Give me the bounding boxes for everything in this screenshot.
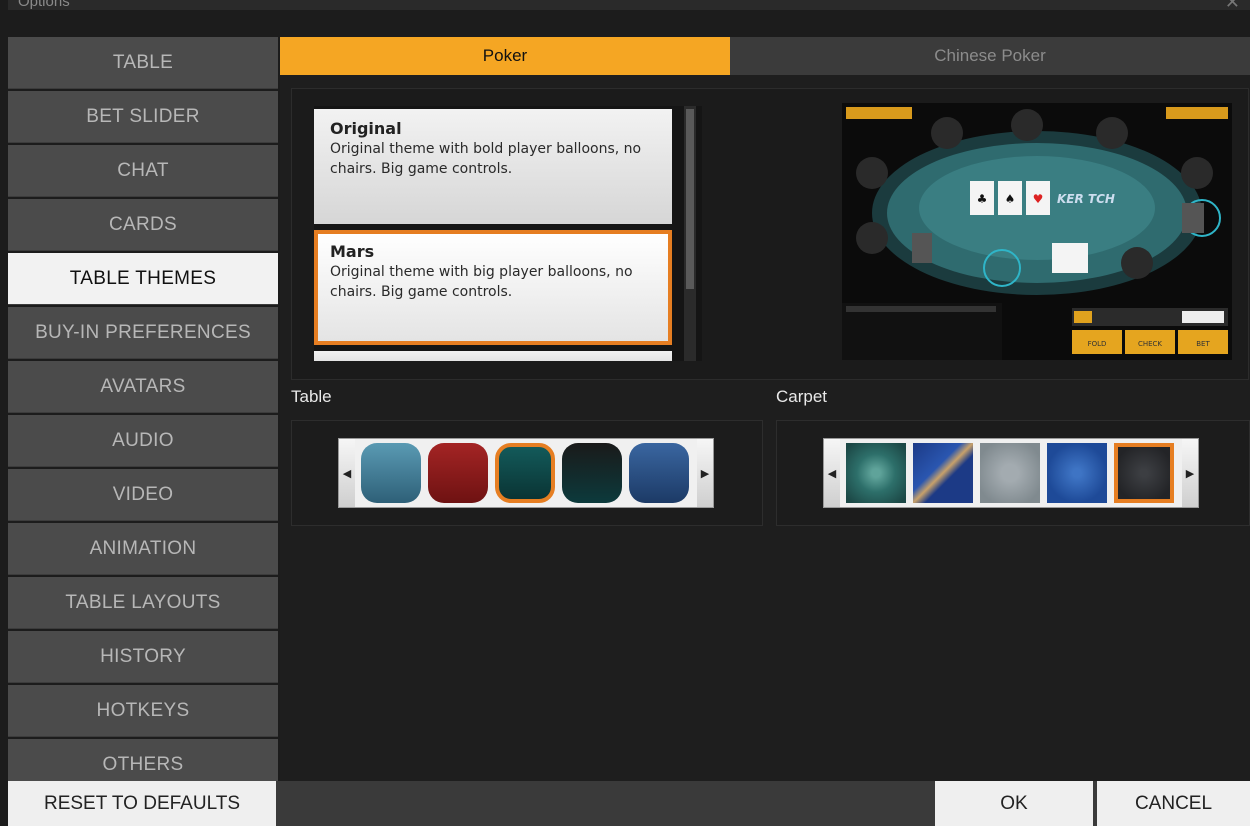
sidebar-item-audio[interactable]: AUDIO <box>8 415 278 467</box>
sidebar-item-table[interactable]: TABLE <box>8 37 278 89</box>
carpet-scroll-left-button[interactable]: ◀ <box>824 439 840 507</box>
preview-check-label: CHECK <box>1138 340 1162 348</box>
scrollbar-thumb[interactable] <box>686 109 694 289</box>
table-swatch-red[interactable] <box>428 443 488 503</box>
sidebar-item-buy-in-preferences[interactable]: BUY-IN PREFERENCES <box>8 307 278 359</box>
options-window: Options ✕ TABLE BET SLIDER CHAT CARDS TA… <box>0 0 1250 826</box>
sidebar-item-chat[interactable]: CHAT <box>8 145 278 197</box>
table-swatch-black[interactable] <box>562 443 622 503</box>
table-scroll-right-button[interactable]: ▶ <box>697 439 713 507</box>
carpet-scroll-right-button[interactable]: ▶ <box>1182 439 1198 507</box>
preview-bet-label: BET <box>1196 340 1210 348</box>
tab-chinese-poker[interactable]: Chinese Poker <box>730 37 1250 75</box>
table-swatch-blue[interactable] <box>361 443 421 503</box>
sidebar-item-avatars[interactable]: AVATARS <box>8 361 278 413</box>
window-title: Options <box>18 0 70 10</box>
main-content: Poker Chinese Poker Original Original th… <box>280 37 1250 781</box>
carpet-swatch-panel: ◀ ▶ <box>776 420 1250 526</box>
svg-text:♣: ♣ <box>977 192 988 206</box>
theme-list-scrollbar[interactable] <box>684 106 696 361</box>
sidebar-item-cards[interactable]: CARDS <box>8 199 278 251</box>
close-icon[interactable]: ✕ <box>1225 0 1240 10</box>
carpet-swatch-strip: ◀ ▶ <box>823 438 1199 508</box>
themes-panel: Original Original theme with bold player… <box>291 88 1249 380</box>
carpet-swatch-green-pattern[interactable] <box>846 443 906 503</box>
theme-description: Original theme with bold player balloons… <box>330 141 642 177</box>
reset-to-defaults-button[interactable]: RESET TO DEFAULTS <box>8 781 276 826</box>
theme-preview-image: ♣ ♠ ♥ KER TCH FOLD CHECK BET <box>842 103 1232 360</box>
theme-description: Original theme with big player balloons,… <box>330 264 633 300</box>
chevron-left-icon: ◀ <box>827 466 837 480</box>
sidebar-item-hotkeys[interactable]: HOTKEYS <box>8 685 278 737</box>
theme-name: Mars <box>330 242 375 261</box>
tab-poker[interactable]: Poker <box>280 37 730 75</box>
theme-card-mars[interactable]: Mars Original theme with big player ball… <box>314 230 672 345</box>
carpet-swatch-grey[interactable] <box>980 443 1040 503</box>
title-bar: Options ✕ <box>8 0 1250 10</box>
carpet-swatch-dark[interactable] <box>1114 443 1174 503</box>
table-scroll-left-button[interactable]: ◀ <box>339 439 355 507</box>
chevron-right-icon: ▶ <box>1185 466 1195 480</box>
table-swatch-teal[interactable] <box>495 443 555 503</box>
table-swatch-panel: ◀ ▶ <box>291 420 763 526</box>
cancel-button[interactable]: CANCEL <box>1097 781 1250 826</box>
theme-card-original[interactable]: Original Original theme with bold player… <box>314 109 672 224</box>
sidebar-item-table-themes[interactable]: TABLE THEMES <box>8 253 278 305</box>
table-section-label: Table <box>291 387 332 406</box>
sidebar-item-video[interactable]: VIDEO <box>8 469 278 521</box>
table-swatch-strip: ◀ ▶ <box>338 438 714 508</box>
sidebar-item-table-layouts[interactable]: TABLE LAYOUTS <box>8 577 278 629</box>
theme-name: Original <box>330 119 402 138</box>
carpet-swatch-blue-texture[interactable] <box>1047 443 1107 503</box>
ok-button[interactable]: OK <box>935 781 1093 826</box>
sidebar-item-bet-slider[interactable]: BET SLIDER <box>8 91 278 143</box>
table-swatch-navy[interactable] <box>629 443 689 503</box>
footer-bar: RESET TO DEFAULTS OK CANCEL <box>8 781 1250 826</box>
preview-fold-label: FOLD <box>1088 340 1107 348</box>
sidebar-item-history[interactable]: HISTORY <box>8 631 278 683</box>
theme-card-next[interactable] <box>314 351 672 361</box>
carpet-section-label: Carpet <box>776 387 828 406</box>
tab-bar: Poker Chinese Poker <box>280 37 1250 75</box>
poker-table-preview: ♣ ♠ ♥ KER TCH FOLD CHECK BET <box>842 103 1232 360</box>
sidebar: TABLE BET SLIDER CHAT CARDS TABLE THEMES… <box>8 37 278 793</box>
preview-logo: KER TCH <box>1057 192 1115 206</box>
carpet-swatch-blue-wheat[interactable] <box>913 443 973 503</box>
svg-text:♠: ♠ <box>1005 192 1016 206</box>
chevron-right-icon: ▶ <box>700 466 710 480</box>
sidebar-item-animation[interactable]: ANIMATION <box>8 523 278 575</box>
theme-list: Original Original theme with bold player… <box>314 106 702 361</box>
svg-text:♥: ♥ <box>1033 192 1044 206</box>
chevron-left-icon: ◀ <box>342 466 352 480</box>
